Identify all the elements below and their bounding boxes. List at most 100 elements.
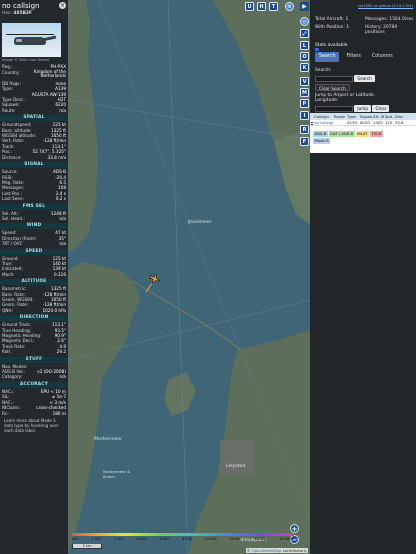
aircraft-photo[interactable] bbox=[2, 23, 61, 57]
detail-value: 186 m bbox=[52, 410, 66, 416]
settings-icon[interactable]: ⚙ bbox=[285, 2, 294, 11]
detail-row: TAT / OAT: n/a bbox=[2, 241, 66, 246]
tab-columns[interactable]: Columns bbox=[368, 52, 397, 62]
table-header: CallsignRouteTypeSquawkAlt. (ft)Spd. (kt… bbox=[310, 113, 416, 120]
button-o[interactable]: O bbox=[300, 52, 309, 61]
section-header[interactable]: STUFF bbox=[0, 356, 68, 363]
map-attribution: © OpenStreetMap contributors. bbox=[245, 548, 308, 553]
button-m[interactable]: M bbox=[300, 88, 309, 97]
helicopter-rotor bbox=[6, 34, 54, 35]
altitude-tick-label: 4 000 bbox=[136, 537, 147, 541]
aircraft-hex: Hex: 485B2F bbox=[2, 11, 66, 16]
cell-type: A139 bbox=[347, 120, 357, 125]
detail-value: n/a bbox=[59, 215, 66, 221]
detail-value: 0.216 bbox=[54, 271, 66, 277]
section-header[interactable]: ACCURACY bbox=[0, 381, 68, 388]
altitude-tick-label: 2 000 bbox=[114, 537, 124, 541]
detail-key[interactable]: Distance: bbox=[2, 155, 22, 160]
source-legend: ADS-B UAT / ADS-R MLAT TIS-B bbox=[313, 131, 383, 137]
table-row[interactable]: no callsign A139 6220 1325 125 33.8 bbox=[310, 120, 416, 126]
detail-key[interactable]: Last Seen: bbox=[2, 196, 24, 201]
fullscreen-icon[interactable]: ⤢ bbox=[300, 29, 309, 38]
clear-button[interactable]: Clear bbox=[372, 105, 390, 112]
detail-key[interactable]: Rc: bbox=[2, 411, 9, 416]
detail-value: 1020.0 hPa bbox=[42, 307, 66, 313]
photo-credit[interactable]: Image © Dean van Hessel bbox=[0, 57, 68, 64]
cell-speed: 125 bbox=[385, 120, 393, 125]
hex-label: Hex: bbox=[2, 11, 13, 16]
detail-key: Route: bbox=[2, 107, 16, 113]
cell-distance: 33.8 bbox=[395, 120, 404, 125]
attribution-link[interactable]: OpenStreetMap bbox=[252, 548, 282, 553]
detail-value: n/a bbox=[59, 107, 66, 113]
section-header[interactable]: SIGNAL bbox=[0, 162, 68, 169]
column-header[interactable]: Callsign bbox=[313, 113, 333, 120]
detail-row: Sel. Head.: n/a bbox=[2, 216, 66, 221]
stats-indicator bbox=[315, 48, 319, 51]
button-u[interactable]: U bbox=[245, 2, 254, 11]
search-input[interactable] bbox=[315, 75, 353, 82]
jump-input[interactable] bbox=[315, 105, 353, 112]
section-header[interactable]: DIRECTION bbox=[0, 315, 68, 322]
column-header[interactable]: Route bbox=[333, 113, 346, 120]
history: History: 29789 positions bbox=[365, 24, 398, 36]
jump-label: Jump to Airport or Latitude, Longitude: bbox=[315, 93, 376, 103]
zoom-in-button[interactable]: + bbox=[290, 524, 299, 533]
scale-line: 5 km bbox=[72, 544, 102, 549]
detail-key: Type: bbox=[2, 86, 14, 92]
altitude-color-legend bbox=[72, 533, 294, 536]
label-markermeer-ijmeer: Markermeer & IJmeer bbox=[103, 469, 131, 479]
aircraft-info-panel: no callsign Hex: 485B2F × Image © Dean v… bbox=[0, 0, 68, 554]
button-v[interactable]: V bbox=[300, 77, 309, 86]
version-link[interactable]: tar1090 on github (3.14.1701) bbox=[358, 4, 413, 8]
column-header[interactable]: Spd. (kt) bbox=[384, 113, 394, 120]
button-p[interactable]: P bbox=[300, 99, 309, 108]
section-header[interactable]: WIND bbox=[0, 223, 68, 230]
tab-filters[interactable]: Filters bbox=[342, 52, 364, 62]
tab-search[interactable]: Search bbox=[315, 52, 340, 62]
stats-available-link[interactable]: Stats available bbox=[315, 43, 347, 48]
cell-callsign[interactable]: no callsign bbox=[313, 120, 333, 125]
button-l[interactable]: L bbox=[300, 41, 309, 50]
detail-row: Mach: 0.216 bbox=[2, 272, 66, 277]
detail-key[interactable]: Category: bbox=[2, 374, 22, 379]
button-k[interactable]: K bbox=[300, 63, 309, 72]
label-lelystad: Lelystad bbox=[226, 464, 246, 469]
button-r[interactable]: R bbox=[300, 125, 309, 134]
button-t[interactable]: T bbox=[269, 2, 278, 11]
detail-key[interactable]: Sel. Head.: bbox=[2, 216, 25, 221]
section-header[interactable]: FMS SEL bbox=[0, 203, 68, 210]
section-header[interactable]: SPATIAL bbox=[0, 115, 68, 122]
detail-key[interactable]: QNH: bbox=[2, 308, 13, 313]
altitude-tick-label: 600 bbox=[72, 537, 79, 541]
clear-search-button[interactable]: Clear Search bbox=[315, 84, 350, 91]
detail-key[interactable]: Mach: bbox=[2, 272, 15, 277]
column-header[interactable]: Type bbox=[346, 113, 359, 120]
section-header[interactable]: SPEED bbox=[0, 248, 68, 255]
detail-key[interactable]: TAT / OAT: bbox=[2, 241, 23, 246]
cell-route bbox=[333, 120, 346, 125]
close-icon[interactable]: × bbox=[59, 2, 66, 9]
detail-value: 0.2 s bbox=[55, 196, 66, 202]
jump-button[interactable]: Jump bbox=[354, 105, 372, 112]
altitude-tick-label: 10 000 bbox=[204, 537, 217, 541]
detail-value: 29.2 bbox=[56, 349, 66, 355]
section-header[interactable]: ALTITUDE bbox=[0, 279, 68, 286]
search-button[interactable]: Search bbox=[354, 75, 375, 82]
sidebar: ▶ tar1090 on github (3.14.1701) Total Ai… bbox=[300, 0, 416, 554]
column-header[interactable]: Alt. (ft) bbox=[372, 113, 384, 120]
column-header[interactable]: Squawk bbox=[359, 113, 372, 120]
map-view[interactable]: IJsselmeer Markermeer Markermeer & IJmee… bbox=[68, 0, 310, 554]
aircraft-header: no callsign Hex: 485B2F × bbox=[0, 0, 68, 20]
sidebar-toggle-icon[interactable]: ▶ bbox=[300, 2, 309, 11]
button-i[interactable]: I bbox=[300, 111, 309, 120]
detail-key[interactable]: Roll: bbox=[2, 349, 11, 354]
source-mode-s: Mode-S bbox=[313, 138, 331, 144]
detail-row: Distance: 33.8 nmi bbox=[2, 155, 66, 160]
button-f[interactable]: F bbox=[300, 137, 309, 146]
altitude-tick-label: 30 000 bbox=[254, 537, 267, 541]
column-header[interactable]: Dist. bbox=[394, 113, 405, 120]
button-h[interactable]: H bbox=[257, 2, 266, 11]
cell-altitude: 1325 bbox=[373, 120, 383, 125]
layers-icon[interactable]: ◎ bbox=[300, 17, 309, 26]
